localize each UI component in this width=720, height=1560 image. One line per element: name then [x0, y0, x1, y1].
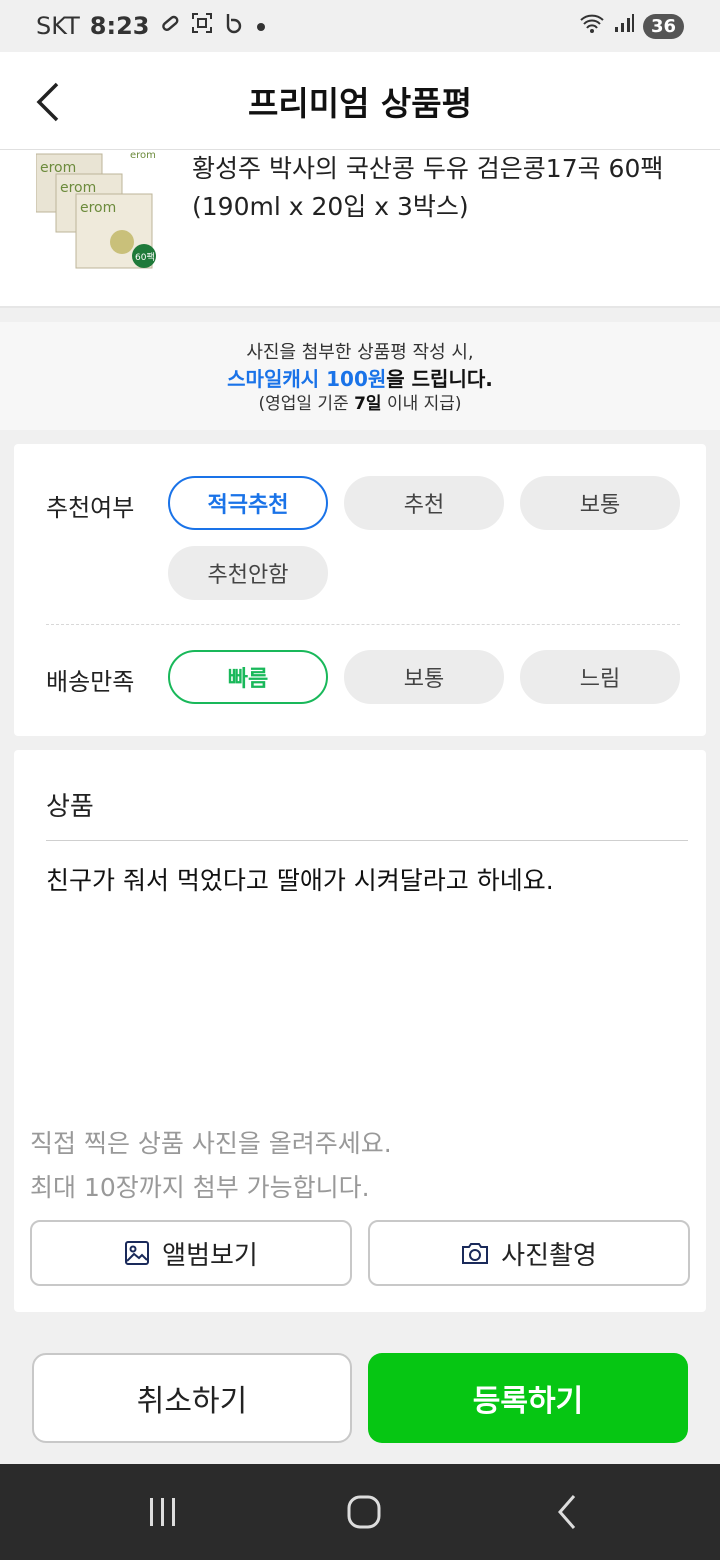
review-text-input[interactable]: 친구가 줘서 먹었다고 딸애가 시켜달라고 하네요.	[46, 862, 686, 900]
page-title: 프리미엄 상품평	[247, 83, 472, 123]
home-button[interactable]	[339, 1490, 389, 1534]
svg-text:erom: erom	[80, 200, 116, 216]
screenshot-icon	[191, 12, 213, 40]
image-icon	[125, 1241, 150, 1265]
brand-label: erom	[40, 160, 76, 176]
promo-line-1: 사진을 첨부한 상품평 작성 시,	[246, 342, 474, 363]
delivery-option-normal[interactable]: 보통	[344, 650, 504, 704]
system-nav-bar	[0, 1464, 720, 1560]
album-button-label: 앨범보기	[162, 1240, 258, 1271]
recommend-option-recommend[interactable]: 추천	[344, 476, 504, 530]
cancel-button[interactable]: 취소하기	[32, 1353, 352, 1443]
camera-button-label: 사진촬영	[501, 1240, 597, 1271]
system-back-icon	[558, 1495, 576, 1529]
back-button[interactable]	[28, 78, 68, 126]
quantity-badge: 60팩	[135, 252, 155, 263]
camera-icon	[462, 1243, 489, 1264]
product-name: 황성주 박사의 국산콩 두유 검은콩17곡 60팩(190ml x 20입 x …	[192, 154, 664, 221]
review-section-label: 상품	[46, 792, 94, 822]
app-header: 프리미엄 상품평	[0, 52, 720, 150]
delivery-option-fast[interactable]: 빠름	[168, 650, 328, 704]
recommend-option-strong[interactable]: 적극추천	[168, 476, 328, 530]
photo-hint: 직접 찍은 상품 사진을 올려주세요. 최대 10장까지 첨부 가능합니다.	[30, 1129, 392, 1202]
album-button[interactable]: 앨범보기	[30, 1220, 352, 1286]
back-arrow-icon	[36, 82, 59, 122]
wifi-icon	[579, 12, 605, 40]
recents-button[interactable]	[138, 1490, 188, 1534]
b-app-icon	[223, 12, 245, 40]
review-divider	[46, 840, 688, 841]
divider	[46, 624, 680, 625]
home-icon	[347, 1495, 381, 1529]
product-summary: erom erom erom erom 60팩 황성주 박사의 국산콩 두유 검…	[0, 150, 720, 308]
clock-time: 8:23	[89, 12, 150, 40]
product-image: erom erom erom erom 60팩	[35, 150, 162, 280]
camera-button[interactable]: 사진촬영	[368, 1220, 690, 1286]
promo-banner: 사진을 첨부한 상품평 작성 시, 스마일캐시 100원을 드립니다. (영업일…	[0, 322, 720, 430]
rating-card: 추천여부 적극추천 추천 보통 추천안함 배송만족 빠름 보통 느림	[14, 444, 706, 736]
system-back-button[interactable]	[542, 1490, 592, 1534]
promo-line-3: (영업일 기준 7일 이내 지급)	[258, 394, 462, 414]
delivery-label: 배송만족	[46, 668, 135, 696]
promo-highlight: 스마일캐시 100원	[227, 367, 387, 391]
svg-text:erom: erom	[60, 180, 96, 196]
submit-button[interactable]: 등록하기	[368, 1353, 688, 1443]
carrier-label: SKT	[36, 12, 80, 40]
dot-icon	[255, 14, 267, 39]
promo-line-2: 스마일캐시 100원을 드립니다.	[227, 367, 493, 391]
recommend-label: 추천여부	[46, 494, 135, 522]
battery-indicator: 36	[642, 13, 684, 39]
link-icon	[159, 12, 181, 40]
review-card: 상품 친구가 줘서 먹었다고 딸애가 시켜달라고 하네요. 직접 찍은 상품 사…	[14, 750, 706, 1312]
recommend-option-neutral[interactable]: 보통	[520, 476, 680, 530]
recents-icon	[150, 1498, 175, 1526]
recommend-option-not[interactable]: 추천안함	[168, 546, 328, 600]
delivery-option-slow[interactable]: 느림	[520, 650, 680, 704]
status-bar: SKT 8:23 36	[0, 0, 720, 52]
svg-text:erom: erom	[130, 150, 156, 161]
signal-icon	[613, 12, 635, 40]
